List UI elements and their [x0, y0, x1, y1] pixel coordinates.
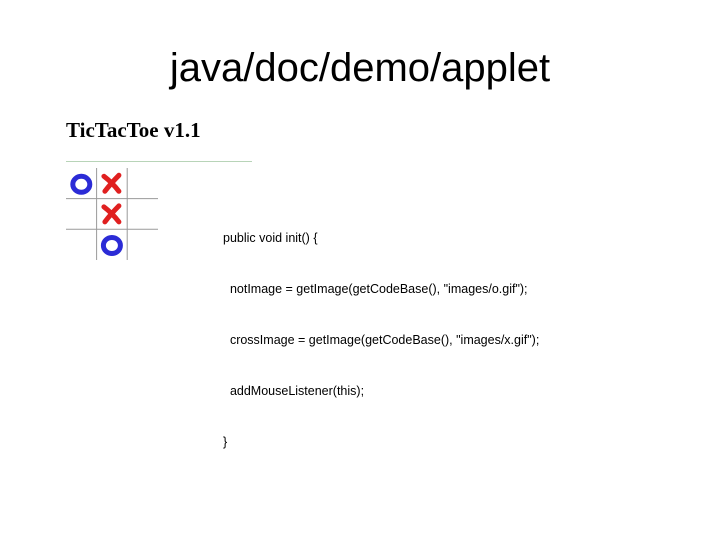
code-line: public void init() {	[223, 231, 318, 245]
board-cell[interactable]	[127, 168, 158, 199]
code-line: crossImage = getImage(getCodeBase(), "im…	[223, 333, 540, 347]
slide-title: java/doc/demo/applet	[169, 46, 551, 90]
board-cell[interactable]	[97, 229, 128, 260]
code-line: addMouseListener(this);	[223, 384, 365, 398]
code-line: }	[223, 435, 228, 449]
board-cell[interactable]	[127, 229, 158, 260]
code-line: notImage = getImage(getCodeBase(), "imag…	[223, 282, 528, 296]
board-cell[interactable]	[97, 168, 128, 199]
cell-hit-area	[127, 199, 158, 230]
cell-hit-area	[127, 168, 158, 199]
board-cell[interactable]	[127, 199, 158, 230]
cell-hit-area	[66, 199, 97, 230]
applet-divider	[66, 161, 252, 162]
applet-title: TicTacToe v1.1	[66, 118, 201, 142]
cell-hit-area	[66, 229, 97, 260]
board-canvas[interactable]	[66, 168, 158, 260]
board-cell[interactable]	[66, 168, 97, 199]
code-snippet: public void init() { notImage = getImage…	[223, 196, 539, 468]
cell-hit-area	[127, 229, 158, 260]
board-cell[interactable]	[66, 199, 97, 230]
board-cell[interactable]	[66, 229, 97, 260]
board-cell[interactable]	[97, 199, 128, 230]
tictactoe-board[interactable]	[66, 168, 158, 260]
